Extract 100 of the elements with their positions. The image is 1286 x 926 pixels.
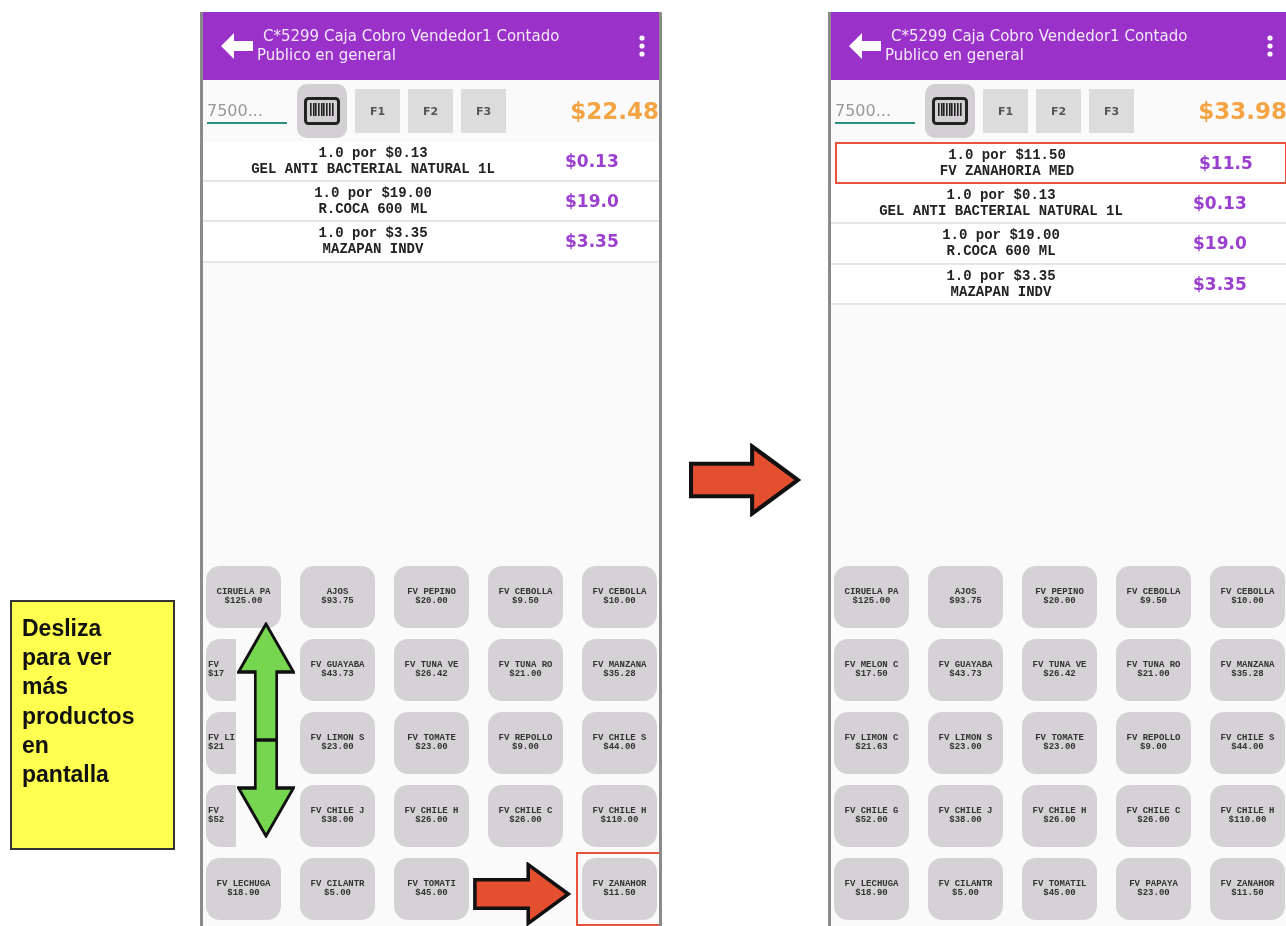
instruction-note: Desliza para ver más productos en pantalla [10,600,175,850]
product-tile[interactable]: FV CHILE G $52.00 [834,785,909,847]
product-tile[interactable]: FV TOMATE $23.00 [1022,712,1097,774]
cart-item[interactable]: 1.0 por $19.00 R.COCA 600 ML $19.0 [203,182,659,223]
quantity-text: 1.0 por $11.50 [948,147,1066,164]
product-tile[interactable]: FV LIMON C $21.63 [834,712,909,774]
product-tile[interactable]: FV CHILE H $110.00 [582,785,657,847]
more-options-icon[interactable] [1267,35,1273,57]
product-tile[interactable]: FV $17 [206,639,236,701]
product-tile[interactable]: FV CHILE H $26.00 [394,785,469,847]
product-tile[interactable]: FV PEPINO $20.00 [1022,566,1097,628]
line-total: $11.5 [1199,153,1253,174]
code-input-field[interactable]: 7500... [207,98,287,124]
line-total: $19.0 [565,191,619,212]
product-tile[interactable]: FV PEPINO $20.00 [394,566,469,628]
product-tile[interactable]: FV CHILE C $26.00 [1116,785,1191,847]
cart-item[interactable]: 1.0 por $3.35 MAZAPAN INDV $3.35 [203,222,659,263]
product-name: GEL ANTI BACTERIAL NATURAL 1L [878,203,1124,220]
function-key[interactable]: F3 [461,89,506,133]
product-tile[interactable]: FV TOMATIL $45.00 [1022,858,1097,920]
product-tile[interactable]: FV CILANTR $5.00 [928,858,1003,920]
product-tile[interactable]: FV CEBOLLA $9.50 [488,566,563,628]
product-tile[interactable]: FV ZANAHOR $11.50 [1210,858,1285,920]
product-name: MAZAPAN INDV [949,283,1053,300]
quantity-text: 1.0 por $19.00 [314,185,432,202]
code-input-field[interactable]: 7500... [835,98,915,124]
product-tile[interactable]: FV CHILE S $44.00 [582,712,657,774]
more-options-icon[interactable] [639,35,645,57]
function-key[interactable]: F1 [983,89,1028,133]
product-tile[interactable]: FV TUNA RO $21.00 [1116,639,1191,701]
cart-item[interactable]: 1.0 por $0.13 GEL ANTI BACTERIAL NATURAL 1L $0.13 [203,142,659,183]
function-key[interactable]: F3 [1089,89,1134,133]
product-tile[interactable]: FV CHILE S $44.00 [1210,712,1285,774]
product-tile[interactable]: FV MANZANA $35.28 [582,639,657,701]
product-tile[interactable]: FV REPOLLO $9.00 [488,712,563,774]
total-amount: $22.48 [570,98,659,124]
product-tile[interactable]: FV LECHUGA $18.90 [834,858,909,920]
quantity-text: 1.0 por $19.00 [942,227,1060,244]
product-name: GEL ANTI BACTERIAL NATURAL 1L [250,161,496,178]
barcode-scan-button[interactable] [925,84,975,138]
product-tile[interactable]: FV TUNA VE $26.42 [394,639,469,701]
product-tile[interactable]: FV ZANAHOR $11.50 [576,852,659,926]
function-key[interactable]: F2 [1036,89,1081,133]
product-tile[interactable]: FV LIMON S $23.00 [300,712,375,774]
barcode-icon [932,97,968,125]
product-tile[interactable]: FV GUAYABA $43.73 [928,639,1003,701]
line-total: $0.13 [1193,193,1247,214]
product-tile[interactable]: FV LECHUGA $18.90 [206,858,281,920]
cart-item[interactable]: 1.0 por $3.35 MAZAPAN INDV $3.35 [831,264,1286,305]
function-key[interactable]: F1 [355,89,400,133]
product-tile[interactable]: FV CHILE J $38.00 [300,785,375,847]
header-title: C*5299 Caja Cobro Vendedor1 Contado [891,26,1189,46]
quantity-text: 1.0 por $3.35 [318,225,428,242]
header-subtitle: Publico en general [257,46,397,66]
product-tile[interactable]: CIRUELA PA $125.00 [206,566,281,628]
quantity-text: 1.0 por $3.35 [946,267,1056,284]
function-key[interactable]: F2 [408,89,453,133]
product-tile[interactable]: FV CHILE C $26.00 [488,785,563,847]
product-name: MAZAPAN INDV [321,241,425,258]
back-arrow-icon[interactable] [221,33,253,59]
product-tile[interactable]: FV PAPAYA $23.00 [1116,858,1191,920]
product-tile[interactable]: FV GUAYABA $43.73 [300,639,375,701]
right-arrow-icon [689,443,801,517]
product-tile[interactable]: FV TUNA VE $26.42 [1022,639,1097,701]
back-arrow-icon[interactable] [849,33,881,59]
header-title: C*5299 Caja Cobro Vendedor1 Contado [263,26,561,46]
product-tile[interactable]: FV TOMATI $45.00 [394,858,469,920]
product-tile[interactable]: FV $52 [206,785,236,847]
header-subtitle: Publico en general [885,46,1025,66]
product-tile[interactable]: FV REPOLLO $9.00 [1116,712,1191,774]
product-tile[interactable]: FV MELON C $17.50 [834,639,909,701]
product-tile[interactable]: FV CHILE H $26.00 [1022,785,1097,847]
barcode-scan-button[interactable] [297,84,347,138]
product-tile[interactable]: AJOS $93.75 [928,566,1003,628]
product-tile[interactable]: FV CEBOLLA $9.50 [1116,566,1191,628]
line-total: $3.35 [565,231,619,252]
product-tile[interactable]: FV CHILE J $38.00 [928,785,1003,847]
product-name: R.COCA 600 ML [317,201,429,218]
product-name: FV ZANAHORIA MED [938,163,1076,180]
product-tile[interactable]: FV LIMON S $23.00 [928,712,1003,774]
product-tile[interactable]: FV CILANTR $5.00 [300,858,375,920]
cart-item[interactable]: 1.0 por $19.00 R.COCA 600 ML $19.0 [831,224,1286,265]
product-tile[interactable]: FV CEBOLLA $10.00 [1210,566,1285,628]
barcode-icon [304,97,340,125]
product-tile[interactable]: CIRUELA PA $125.00 [834,566,909,628]
product-tile[interactable]: FV CHILE H $110.00 [1210,785,1285,847]
quantity-text: 1.0 por $0.13 [318,145,428,162]
product-tile[interactable]: FV MANZANA $35.28 [1210,639,1285,701]
product-name: R.COCA 600 ML [945,243,1057,260]
line-total: $0.13 [565,151,619,172]
product-tile[interactable]: AJOS $93.75 [300,566,375,628]
product-tile[interactable]: FV LI $21 [206,712,236,774]
product-tile[interactable]: FV TOMATE $23.00 [394,712,469,774]
line-total: $3.35 [1193,273,1247,294]
product-tile[interactable]: FV TUNA RO $21.00 [488,639,563,701]
product-tile[interactable]: FV CEBOLLA $10.00 [582,566,657,628]
total-amount: $33.98 [1198,98,1286,124]
cart-item[interactable]: 1.0 por $0.13 GEL ANTI BACTERIAL NATURAL 1L $0.13 [831,184,1286,225]
cart-item[interactable]: 1.0 por $11.50 FV ZANAHORIA MED $11.5 [835,142,1286,185]
line-total: $19.0 [1193,233,1247,254]
